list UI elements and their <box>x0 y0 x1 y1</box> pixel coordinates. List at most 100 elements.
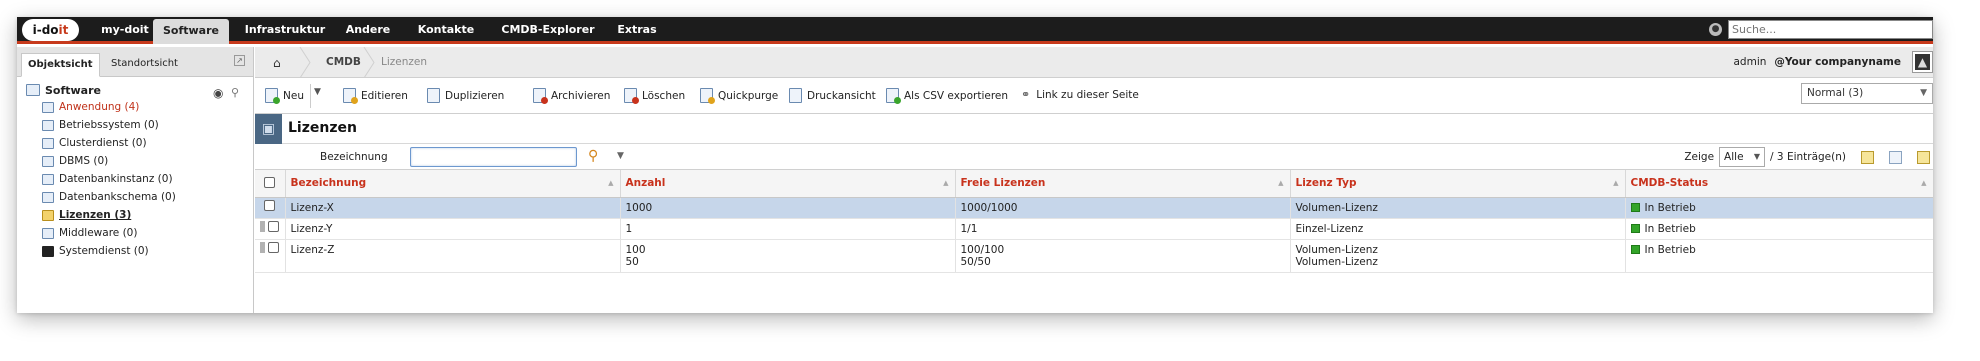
chevron-down-icon[interactable]: ▼ <box>314 87 321 97</box>
print-button[interactable]: Druckansicht <box>789 88 876 103</box>
table-row[interactable]: Lizenz-Y 1 1/1 Einzel-Lizenz In Betrieb <box>255 218 1933 240</box>
search-input[interactable] <box>1728 20 1933 39</box>
column-anzahl[interactable]: Anzahl ▲ <box>620 170 956 198</box>
toolbar-divider <box>310 84 311 108</box>
popout-icon[interactable]: ↗ <box>234 55 245 66</box>
page-size-value: Alle <box>1724 151 1744 163</box>
cell-lizenz-typ: Einzel-Lizenz <box>1290 218 1626 240</box>
row-select[interactable] <box>255 218 286 240</box>
row-select[interactable] <box>255 239 286 273</box>
tree-item-label: Datenbankschema (0) <box>59 191 176 203</box>
main-content: ⌂ CMDB Lizenzen admin @Your companyname ▲… <box>255 47 1933 313</box>
csv-icon <box>886 88 901 104</box>
nav-software[interactable]: Software <box>153 19 229 44</box>
drag-handle-icon[interactable] <box>260 220 266 232</box>
home-icon[interactable]: ⌂ <box>273 56 281 70</box>
row-checkbox[interactable] <box>264 199 276 211</box>
column-label: CMDB-Status <box>1630 177 1709 190</box>
column-lizenz-typ[interactable]: Lizenz Typ ▲ <box>1290 170 1626 198</box>
select-all-checkbox[interactable] <box>264 177 276 189</box>
quickpurge-icon <box>700 88 715 104</box>
sort-icon[interactable]: ▲ <box>943 179 948 187</box>
filter-input[interactable] <box>410 147 577 167</box>
cell-line: 50/50 <box>960 255 991 268</box>
cell-bezeichnung[interactable]: Lizenz-Y <box>285 218 621 240</box>
search-tree-icon[interactable]: ⚲ <box>231 86 239 99</box>
nav-kontakte[interactable]: Kontakte <box>407 17 485 44</box>
middleware-icon <box>42 227 54 239</box>
user-name[interactable]: admin <box>1734 56 1767 68</box>
sort-icon[interactable]: ▲ <box>1921 179 1926 187</box>
left-tabs: Objektsicht Standortsicht ↗ <box>17 47 253 77</box>
table-row[interactable]: Lizenz-X 1000 1000/1000 Volumen-Lizenz I… <box>255 197 1933 219</box>
cell-line: Volumen-Lizenz <box>1295 255 1378 268</box>
user-avatar-icon[interactable]: ▲ <box>1912 51 1933 73</box>
archive-button[interactable]: Archivieren <box>533 88 610 104</box>
cell-bezeichnung[interactable]: Lizenz-X <box>285 197 621 219</box>
edit-button[interactable]: Editieren <box>343 88 408 104</box>
nav-extras[interactable]: Extras <box>607 17 667 44</box>
tree-item-systemdienst[interactable]: Systemdienst (0) <box>26 242 253 260</box>
view-select[interactable]: Normal (3) ▼ <box>1801 83 1933 104</box>
delete-button[interactable]: Löschen <box>624 88 685 104</box>
tree-item-datenbankinstanz[interactable]: Datenbankinstanz (0) <box>26 170 253 188</box>
column-freie-lizenzen[interactable]: Freie Lizenzen ▲ <box>955 170 1291 198</box>
cell-freie-lizenzen: 1000/1000 <box>955 197 1291 219</box>
breadcrumb-cmdb[interactable]: CMDB <box>326 56 361 68</box>
nav-cmdb-explorer[interactable]: CMDB-Explorer <box>493 17 603 44</box>
tab-objektsicht[interactable]: Objektsicht <box>21 53 100 77</box>
table-row[interactable]: Lizenz-Z 100 50 100/100 50/50 Volumen-Lize… <box>255 239 1933 273</box>
row-checkbox[interactable] <box>268 220 280 232</box>
quickpurge-button[interactable]: Quickpurge <box>700 88 778 104</box>
column-bezeichnung[interactable]: Bezeichnung ▲ <box>285 170 621 198</box>
chevron-down-icon: ▼ <box>1920 88 1927 98</box>
tree-root-software[interactable]: Software ◉ ⚲ <box>26 82 253 100</box>
globe-icon[interactable]: ● <box>1709 23 1722 36</box>
magnifier-icon[interactable]: ⚲ <box>588 148 598 164</box>
tree-item-anwendung[interactable]: Anwendung (4) <box>26 98 253 116</box>
tree-item-middleware[interactable]: Middleware (0) <box>26 224 253 242</box>
user-info: admin @Your companyname <box>1734 56 1902 68</box>
csv-export-button[interactable]: Als CSV exportieren <box>886 88 1008 104</box>
company-name[interactable]: @Your companyname <box>1774 56 1901 68</box>
chevron-down-icon[interactable]: ▼ <box>617 151 624 161</box>
logo-text-right: it <box>58 23 69 37</box>
column-cmdb-status[interactable]: CMDB-Status ▲ <box>1625 170 1933 198</box>
header-select-all[interactable] <box>255 170 286 198</box>
eye-icon[interactable]: ◉ <box>213 86 223 100</box>
sort-icon[interactable]: ▲ <box>1613 179 1618 187</box>
status-text: In Betrieb <box>1644 222 1696 235</box>
show-label: Zeige <box>1684 151 1715 163</box>
nav-my-doit[interactable]: my-doit <box>89 17 161 44</box>
drag-handle-icon[interactable] <box>260 241 266 253</box>
tree-item-betriebssystem[interactable]: Betriebssystem (0) <box>26 116 253 134</box>
new-button[interactable]: Neu <box>265 88 304 104</box>
tab-standortsicht[interactable]: Standortsicht <box>105 53 184 77</box>
breadcrumb-current: Lizenzen <box>381 56 428 68</box>
breadcrumb-separator <box>363 47 375 78</box>
cell-bezeichnung[interactable]: Lizenz-Z <box>285 239 621 273</box>
idoit-logo[interactable]: i-doit <box>22 19 79 41</box>
status-indicator <box>1630 202 1640 212</box>
tree-item-lizenzen[interactable]: Lizenzen (3) <box>26 206 253 224</box>
license-category-icon: ▣ <box>255 114 282 144</box>
tree-item-clusterdienst[interactable]: Clusterdienst (0) <box>26 134 253 152</box>
list-view-icon[interactable] <box>1889 150 1902 164</box>
nav-andere[interactable]: Andere <box>335 17 401 44</box>
view-select-value: Normal (3) <box>1807 87 1864 99</box>
tree-item-dbms[interactable]: DBMS (0) <box>26 152 253 170</box>
sort-icon[interactable]: ▲ <box>1278 179 1283 187</box>
tree-item-label: Middleware (0) <box>59 227 138 239</box>
sort-icon[interactable]: ▲ <box>608 179 613 187</box>
page-size-select[interactable]: Alle ▼ <box>1719 147 1766 167</box>
filter-settings-icon[interactable] <box>1861 150 1874 164</box>
nav-infrastruktur[interactable]: Infrastruktur <box>239 17 331 44</box>
duplicate-button[interactable]: Duplizieren <box>427 88 504 103</box>
cell-lizenz-typ: Volumen-Lizenz <box>1290 197 1626 219</box>
cell-anzahl: 1000 <box>620 197 956 219</box>
link-button[interactable]: ⚭ Link zu dieser Seite <box>1021 88 1139 101</box>
tree-item-datenbankschema[interactable]: Datenbankschema (0) <box>26 188 253 206</box>
list-edit-icon[interactable] <box>1917 150 1930 164</box>
row-checkbox[interactable] <box>268 241 280 253</box>
row-select[interactable] <box>255 197 286 219</box>
